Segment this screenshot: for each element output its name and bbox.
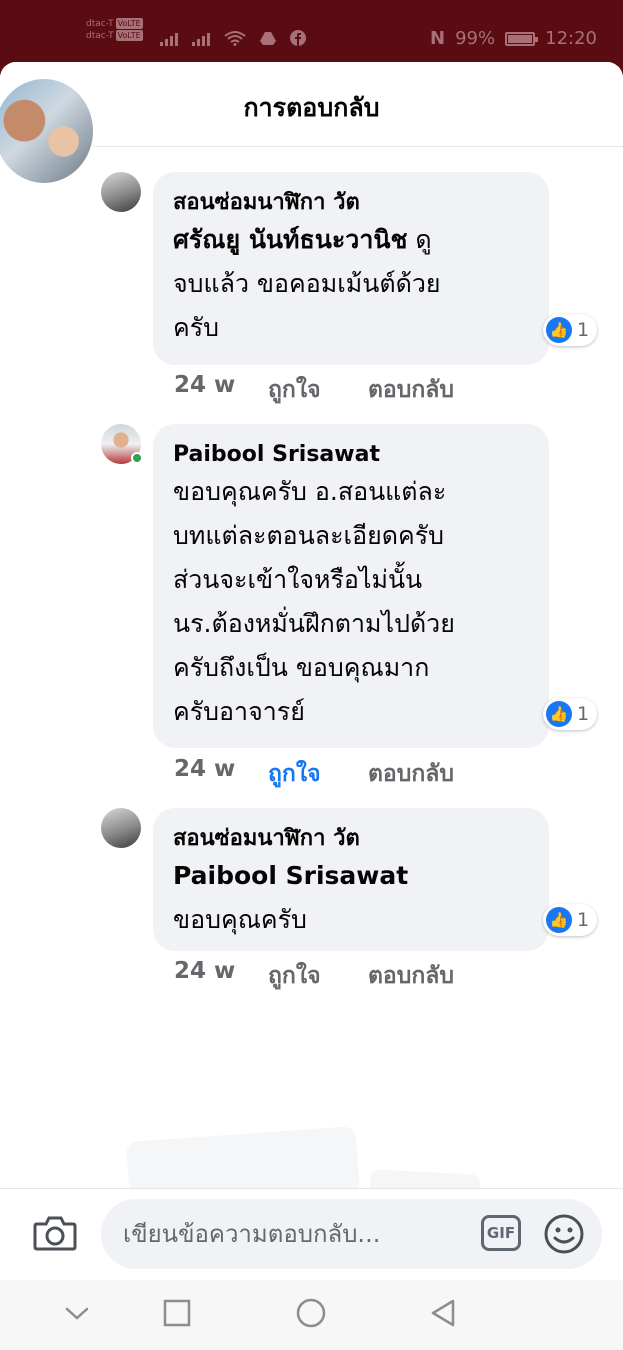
nfc-icon: N — [430, 28, 446, 49]
comment-time: 24 w — [174, 756, 236, 782]
status-bar: dtac-T VoLTE dtac-T VoLTE N 99% 12:20 — [0, 0, 623, 70]
thumbs-up-icon: 👍 — [546, 907, 572, 933]
carrier-1: dtac-T — [86, 19, 114, 29]
thumbs-up-icon: 👍 — [546, 317, 572, 343]
comment-text-line: ครับอาจารย์ — [173, 697, 305, 726]
reply-input[interactable] — [121, 1215, 455, 1253]
avatar[interactable] — [101, 808, 141, 848]
clock: 12:20 — [545, 28, 597, 49]
comment-author[interactable]: สอนซ่อมนาฬิกา วัต — [173, 188, 529, 218]
carrier-2: dtac-T — [86, 31, 114, 41]
reaction-badge[interactable]: 👍 1 — [543, 904, 597, 936]
comment-text-line: ครับถึงเป็น ขอบคุณมาก — [173, 653, 430, 682]
battery-icon — [505, 31, 539, 46]
comment-time: 24 w — [174, 958, 236, 984]
comment-text-line: ส่วนจะเข้าใจหรือไม่นั้น — [173, 565, 423, 594]
comment-bubble[interactable]: Paibool Srisawat ขอบคุณครับ อ.สอนแต่ละ บ… — [153, 424, 597, 748]
battery-percent: 99% — [455, 28, 496, 49]
comment-text-line: นร.ต้องหมั่นฝึกตามไปด้วย — [173, 609, 455, 638]
reply-button[interactable]: ตอบกลับ — [368, 372, 454, 408]
reaction-count: 1 — [577, 319, 590, 341]
signal-icon — [160, 33, 178, 46]
comment-bubble[interactable]: สอนซ่อมนาฬิกา วัต Paibool Srisawat ขอบคุ… — [153, 808, 597, 951]
reaction-badge[interactable]: 👍 1 — [543, 314, 597, 346]
comment-actions: 24 w ถูกใจ ตอบกลับ — [174, 958, 454, 994]
reply-composer: GIF — [0, 1188, 623, 1281]
volte-badge-2: VoLTE — [115, 30, 143, 41]
tagged-user[interactable]: Paibool Srisawat — [173, 861, 408, 890]
comment-actions: 24 w ถูกใจ ตอบกลับ — [174, 372, 454, 408]
facebook-icon — [290, 30, 306, 46]
reaction-count: 1 — [577, 703, 590, 725]
back-triangle-icon[interactable] — [426, 1296, 460, 1330]
reply-button[interactable]: ตอบกลับ — [368, 958, 454, 994]
comment-bubble[interactable]: สอนซ่อมนาฬิกา วัต ศรัณยู นันท์ธนะวานิช ด… — [153, 172, 597, 365]
comment-author[interactable]: สอนซ่อมนาฬิกา วัต — [173, 824, 529, 854]
comment-text-line: ขอบคุณครับ อ.สอนแต่ละ — [173, 477, 447, 506]
reply-button[interactable]: ตอบกลับ — [368, 756, 454, 792]
drive-icon — [260, 32, 276, 45]
replies-sheet: การตอบกลับ สอนซ่อมนาฬิกา วัต ศรัณยู นันท… — [0, 62, 623, 1350]
like-button[interactable]: ถูกใจ — [268, 372, 368, 408]
battery-level — [508, 34, 533, 43]
comment-text-line: บทแต่ละตอนละเอียดครับ — [173, 521, 444, 550]
tagged-user[interactable]: ศรัณยู นันท์ธนะวานิช — [173, 225, 407, 254]
online-indicator — [131, 452, 143, 464]
comment-author[interactable]: Paibool Srisawat — [173, 440, 529, 470]
smiley-icon[interactable] — [543, 1213, 585, 1255]
comment-text-line: ขอบคุณครับ — [173, 905, 307, 934]
avatar[interactable] — [101, 172, 141, 212]
carrier-info: dtac-T VoLTE dtac-T VoLTE — [86, 18, 143, 42]
thumbs-up-icon: 👍 — [546, 701, 572, 727]
comment-time: 24 w — [174, 372, 236, 398]
reaction-count: 1 — [577, 909, 590, 931]
camera-icon[interactable] — [33, 1215, 77, 1251]
system-nav-bar — [0, 1280, 623, 1350]
wifi-icon — [224, 31, 246, 46]
chevron-down-icon[interactable] — [60, 1296, 94, 1330]
status-right: N 99% 12:20 — [430, 28, 597, 49]
home-circle-icon[interactable] — [294, 1296, 328, 1330]
comment-text-line: ครับ — [173, 313, 220, 342]
reaction-badge[interactable]: 👍 1 — [543, 698, 597, 730]
recents-square-icon[interactable] — [160, 1296, 194, 1330]
signal-icon — [192, 33, 210, 46]
comment-actions: 24 w ถูกใจ ตอบกลับ — [174, 756, 454, 792]
reply-input-box[interactable]: GIF — [101, 1199, 602, 1269]
comment-text-line: ดู — [415, 225, 432, 254]
like-button[interactable]: ถูกใจ — [268, 756, 368, 792]
comment-text-line: จบแล้ว ขอคอมเม้นต์ด้วย — [173, 269, 441, 298]
gif-button[interactable]: GIF — [481, 1215, 521, 1251]
volte-badge-1: VoLTE — [115, 18, 143, 29]
like-button[interactable]: ถูกใจ — [268, 958, 368, 994]
status-icons — [160, 30, 306, 46]
